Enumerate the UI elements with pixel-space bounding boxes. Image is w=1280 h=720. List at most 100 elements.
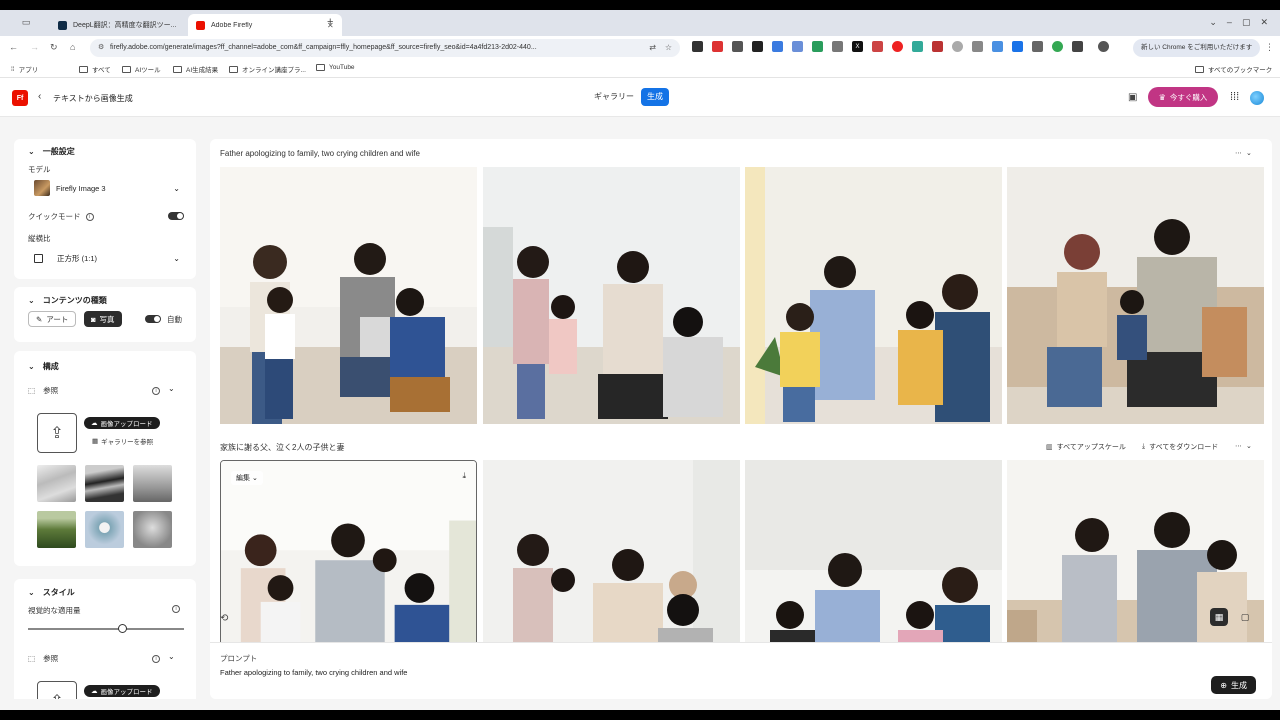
content-type-heading[interactable]: ⌄ コンテンツの種類 xyxy=(28,295,107,306)
minimize-icon[interactable]: – xyxy=(1227,17,1232,28)
extension-icon[interactable] xyxy=(932,41,943,52)
puzzle-icon[interactable] xyxy=(1072,41,1083,52)
info-icon[interactable]: i xyxy=(152,655,160,663)
bookmark-folder[interactable]: すべて xyxy=(79,64,111,74)
translate-icon[interactable]: ⇄ xyxy=(649,39,656,57)
extension-icon[interactable] xyxy=(792,41,803,52)
chevron-left-icon[interactable]: ‹ xyxy=(38,91,41,102)
style-heading[interactable]: ⌄ スタイル xyxy=(28,587,75,598)
chevron-down-icon[interactable]: ⌄ xyxy=(1209,17,1217,28)
new-tab-icon[interactable]: + xyxy=(327,16,333,28)
composition-heading[interactable]: ⌄ 構成 xyxy=(28,361,59,372)
aspect-ratio-dropdown[interactable]: 正方形 (1:1) ⌄ xyxy=(34,249,184,267)
profile-icon[interactable] xyxy=(1098,41,1109,52)
reference-thumbnail[interactable] xyxy=(133,511,172,548)
single-view-icon[interactable]: ▢ xyxy=(1236,608,1254,626)
url-field[interactable]: ⚙ firefly.adobe.com/generate/images?ff_c… xyxy=(90,39,680,57)
apps-grid-icon[interactable]: ⁞⁞⁞ xyxy=(1230,91,1239,103)
reload-icon[interactable]: ↻ xyxy=(50,42,58,53)
extension-icon[interactable] xyxy=(972,41,983,52)
tab-deepl[interactable]: DeepL翻訳：高精度な翻訳ツー... ✕ xyxy=(50,14,204,36)
quick-mode-toggle[interactable] xyxy=(168,212,184,220)
extension-icon[interactable] xyxy=(992,41,1003,52)
download-all-button[interactable]: ⤓ すべてをダウンロード xyxy=(1142,442,1218,452)
reference-thumbnail[interactable] xyxy=(37,511,76,548)
info-icon[interactable]: i xyxy=(172,605,180,613)
tab-generate[interactable]: 生成 xyxy=(641,88,669,106)
extension-icon[interactable] xyxy=(772,41,783,52)
history-icon[interactable]: ⟲ xyxy=(220,613,228,624)
maximize-icon[interactable]: ▢ xyxy=(1242,17,1251,28)
close-window-icon[interactable]: ✕ xyxy=(1260,17,1268,28)
bookmark-folder[interactable]: YouTube xyxy=(316,64,355,71)
avatar[interactable] xyxy=(1250,91,1264,105)
extension-icon[interactable] xyxy=(812,41,823,52)
extension-icon[interactable] xyxy=(912,41,923,52)
upload-image-button[interactable]: ☁ 画像アップロード xyxy=(84,417,160,429)
generated-image[interactable] xyxy=(483,167,740,424)
reference-thumbnail[interactable] xyxy=(133,465,172,502)
more-icon[interactable]: ⋮ xyxy=(1265,42,1274,53)
upload-image-box[interactable]: ⇪ xyxy=(37,681,77,699)
prompt-input[interactable]: Father apologizing to family, two crying… xyxy=(220,668,407,677)
reference-thumbnail[interactable] xyxy=(85,511,124,548)
bookmark-folder[interactable]: AIツール xyxy=(122,64,161,74)
forward-icon[interactable]: → xyxy=(30,42,39,52)
extension-icon[interactable] xyxy=(732,41,743,52)
generated-image[interactable] xyxy=(1007,167,1264,424)
row-more-actions[interactable]: ⋯ ⌄ xyxy=(1235,149,1252,157)
download-icon[interactable]: ⤓ xyxy=(462,471,466,481)
extension-icon[interactable] xyxy=(1032,41,1043,52)
site-info-icon[interactable]: ⚙ xyxy=(98,39,104,57)
x-icon[interactable]: X xyxy=(852,41,863,52)
row-more-actions[interactable]: ⋯ ⌄ xyxy=(1235,442,1252,450)
upload-image-button[interactable]: ☁ 画像アップロード xyxy=(84,685,160,697)
extension-icon[interactable] xyxy=(832,41,843,52)
generated-image[interactable] xyxy=(220,167,477,424)
art-button[interactable]: ✎ アート xyxy=(28,311,77,327)
composition-reference-row[interactable]: ⬚ 参照 xyxy=(28,385,58,396)
bookmark-folder[interactable]: AI生成結果 xyxy=(173,64,218,74)
extension-icon[interactable] xyxy=(1012,41,1023,52)
chrome-update-button[interactable]: 新しい Chrome をご利用いただけます xyxy=(1133,39,1261,57)
extension-icon[interactable] xyxy=(752,41,763,52)
tab-adobe-firefly[interactable]: Adobe Firefly ✕ xyxy=(188,14,342,36)
tab-gallery[interactable]: ギャラリー xyxy=(588,88,640,106)
general-settings-heading[interactable]: ⌄ 一般設定 xyxy=(28,146,75,157)
home-icon[interactable]: ⌂ xyxy=(70,42,75,52)
all-bookmarks[interactable]: すべてのブックマーク xyxy=(1195,64,1272,74)
bookmark-folder[interactable]: オンライン講座プラ... xyxy=(229,64,306,74)
photo-button[interactable]: ◙ 写真 xyxy=(84,311,122,327)
reference-thumbnail[interactable] xyxy=(85,465,124,502)
info-icon[interactable]: i xyxy=(85,212,94,221)
auto-toggle[interactable] xyxy=(145,315,161,323)
tab-search-icon[interactable]: ▭ xyxy=(18,16,34,29)
extension-icon[interactable] xyxy=(952,41,963,52)
back-icon[interactable]: ← xyxy=(9,42,18,52)
edit-dropdown[interactable]: 編集 ⌄ xyxy=(231,471,263,485)
buy-now-button[interactable]: ♛ 今すぐ購入 xyxy=(1148,87,1218,107)
grid-view-icon[interactable]: ▦ xyxy=(1210,608,1228,626)
chevron-down-icon[interactable]: ⌄ xyxy=(168,652,175,661)
feedback-icon[interactable]: ▣ xyxy=(1128,92,1137,103)
bookmark-star-icon[interactable]: ☆ xyxy=(665,39,672,57)
reference-thumbnail[interactable] xyxy=(37,465,76,502)
extension-icon[interactable] xyxy=(712,41,723,52)
generate-button[interactable]: ⊕ 生成 xyxy=(1211,676,1256,694)
generated-image[interactable] xyxy=(745,167,1002,424)
model-dropdown[interactable]: Firefly Image 3 ⌄ xyxy=(34,179,184,197)
info-icon[interactable]: i xyxy=(152,387,160,395)
firefly-logo[interactable]: Ff xyxy=(12,90,28,106)
upscale-all-button[interactable]: ▥ すべてアップスケール xyxy=(1046,442,1126,452)
upload-image-box[interactable]: ⇪ xyxy=(37,413,77,453)
visual-intensity-slider[interactable] xyxy=(28,628,184,630)
browse-gallery-button[interactable]: ▦ ギャラリーを参照 xyxy=(92,436,153,446)
slider-thumb[interactable] xyxy=(117,624,127,633)
extension-icon[interactable] xyxy=(692,41,703,52)
chevron-down-icon[interactable]: ⌄ xyxy=(168,384,175,393)
extension-icon[interactable] xyxy=(872,41,883,52)
extension-icon[interactable] xyxy=(1052,41,1063,52)
style-reference-row[interactable]: ⬚ 参照 xyxy=(28,653,58,664)
bookmark-apps[interactable]: ⁞⁞ アプリ xyxy=(11,64,38,75)
extension-icon[interactable] xyxy=(892,41,903,52)
